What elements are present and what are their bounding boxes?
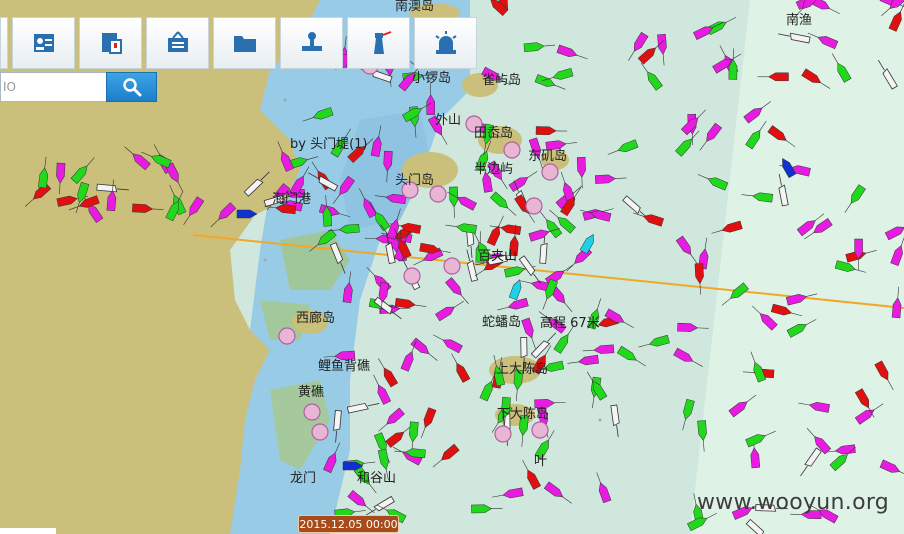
map-label: 头门岛	[395, 172, 434, 188]
lighthouse-icon	[373, 31, 391, 54]
map-label: 西廊岛	[296, 310, 335, 326]
port-marker[interactable]	[503, 141, 521, 159]
search-button[interactable]	[106, 72, 157, 102]
map-label: 鲤鱼背礁	[318, 358, 370, 374]
map-label: 和谷山	[357, 471, 396, 486]
map-label: 黄礁	[298, 384, 324, 400]
port-marker[interactable]	[429, 185, 447, 203]
port-marker[interactable]	[494, 425, 512, 443]
stamp-button[interactable]	[280, 17, 343, 69]
ship-certificate-button[interactable]	[12, 17, 75, 69]
map-label: 百夹山	[478, 249, 517, 264]
document-alert-icon	[101, 33, 122, 54]
map-label: 叶	[534, 454, 547, 469]
scale-bar	[0, 528, 56, 534]
folder-button[interactable]	[213, 17, 276, 69]
search-bar	[0, 72, 157, 102]
map-label: 上大陈岛	[496, 361, 548, 377]
port-marker[interactable]	[541, 163, 559, 181]
map-label: 半边屿	[474, 162, 513, 177]
port-marker[interactable]	[311, 423, 329, 441]
map-label: 田岙岛	[474, 125, 513, 141]
map-label: 龙门	[290, 471, 316, 486]
map-label: 南渔	[786, 12, 812, 28]
map-label: 海门港	[272, 192, 311, 207]
port-marker[interactable]	[303, 403, 321, 421]
map-label: 东矶岛	[528, 148, 567, 164]
partial-button[interactable]	[0, 17, 8, 69]
notice-board-button[interactable]	[146, 17, 209, 69]
alarm-button[interactable]	[414, 17, 477, 69]
map-label: 雀屿岛	[482, 72, 521, 88]
stamp-icon	[301, 32, 322, 51]
map-label: 下大陈岛	[497, 406, 549, 422]
timestamp-badge: 2015.12.05 00:00	[298, 515, 399, 533]
document-alert-button[interactable]	[79, 17, 142, 69]
map-label: 蛇蟠岛	[482, 314, 521, 330]
id-card-icon	[33, 34, 54, 52]
port-marker[interactable]	[531, 421, 549, 439]
lighthouse-button[interactable]	[347, 17, 410, 69]
search-icon	[122, 78, 141, 97]
toolbar	[0, 17, 481, 69]
notice-board-icon	[167, 31, 188, 52]
port-marker[interactable]	[525, 197, 543, 215]
map-label: 小锣岛	[412, 70, 451, 86]
port-marker[interactable]	[443, 257, 461, 275]
map-label: 南澳岛	[395, 0, 434, 14]
alarm-light-icon	[434, 31, 457, 54]
port-marker[interactable]	[403, 267, 421, 285]
watermark: www.wooyun.org	[697, 490, 890, 515]
search-input[interactable]	[0, 72, 106, 102]
folder-icon	[233, 36, 256, 52]
map-label: 高程 67米	[540, 315, 600, 331]
map-label: 外山	[435, 113, 461, 128]
port-marker[interactable]	[278, 327, 296, 345]
map-label: by 头门堤(1)	[290, 137, 368, 152]
